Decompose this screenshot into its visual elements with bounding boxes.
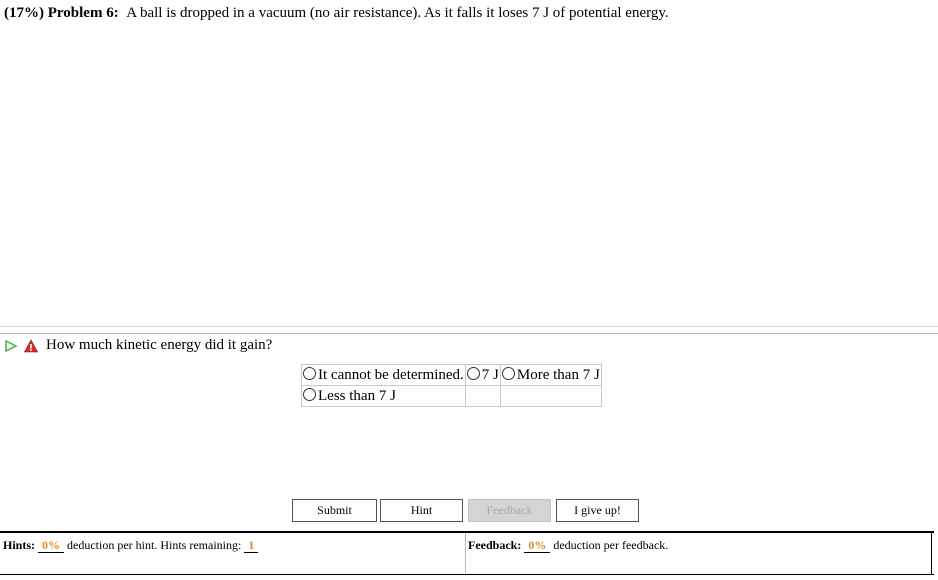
question-text: How much kinetic energy did it gain? (46, 337, 273, 353)
problem-page: (17%) Problem 6: A ball is dropped in a … (0, 0, 938, 580)
choice-label: It cannot be determined. (318, 366, 464, 383)
problem-statement: A ball is dropped in a vacuum (no air re… (126, 5, 669, 21)
hints-remaining-value: 1 (244, 539, 259, 553)
empty-cell (499, 385, 602, 407)
section-divider-top (0, 326, 938, 327)
problem-number: Problem 6: (47, 5, 119, 21)
footer-divider (465, 533, 466, 574)
radio-button[interactable] (303, 387, 316, 401)
problem-percent: (17%) (4, 5, 44, 21)
choice-less-than-7-j[interactable]: Less than 7 J (301, 385, 466, 407)
question-row: How much kinetic energy did it gain? (4, 337, 272, 354)
hints-deduction-text: deduction per hint. Hints remaining: (67, 538, 242, 552)
play-triangle-icon[interactable] (4, 339, 18, 353)
submit-button[interactable]: Submit (292, 499, 377, 522)
hints-deduction-value: 0% (38, 539, 65, 553)
hints-status: Hints: 0% deduction per hint. Hints rema… (3, 538, 259, 553)
hints-label: Hints: (3, 538, 36, 552)
warning-icon (24, 338, 38, 352)
give-up-button[interactable]: I give up! (556, 499, 639, 522)
feedback-status: Feedback: 0% deduction per feedback. (468, 538, 668, 553)
choice-more-than-7-j[interactable]: More than 7 J (499, 364, 602, 386)
footer-edge (931, 533, 932, 574)
feedback-deduction-value: 0% (524, 539, 551, 553)
hint-button[interactable]: Hint (380, 499, 463, 522)
radio-button[interactable] (466, 366, 480, 380)
choice-label: 7 J (481, 366, 499, 383)
empty-cell (464, 385, 501, 407)
feedback-label: Feedback: (468, 538, 522, 552)
choice-label: Less than 7 J (318, 387, 396, 404)
section-divider-bottom (0, 333, 938, 334)
feedback-deduction-text: deduction per feedback. (553, 538, 669, 552)
problem-header: (17%) Problem 6: A ball is dropped in a … (4, 5, 669, 22)
feedback-button: Feedback (468, 499, 551, 522)
choice-label: More than 7 J (516, 366, 600, 383)
radio-button[interactable] (501, 366, 515, 380)
answer-choices-table: It cannot be determined. 7 J More than 7… (301, 364, 602, 407)
radio-button[interactable] (303, 366, 316, 380)
choice-cannot-be-determined[interactable]: It cannot be determined. (301, 364, 466, 386)
choice-7-j[interactable]: 7 J (464, 364, 501, 386)
status-footer: Hints: 0% deduction per hint. Hints rema… (0, 531, 934, 575)
